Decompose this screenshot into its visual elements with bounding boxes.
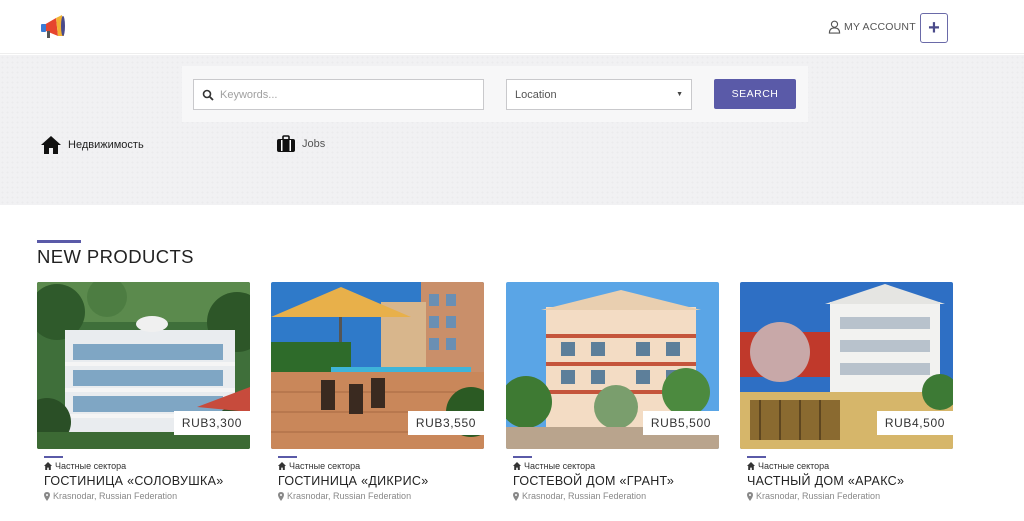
location-select[interactable]: Location ▼	[506, 79, 692, 110]
my-account-label: MY ACCOUNT	[844, 21, 916, 33]
product-location-text: Krasnodar, Russian Federation	[756, 491, 881, 501]
user-icon	[828, 20, 841, 34]
category-label: Недвижимость	[68, 139, 144, 151]
keywords-input[interactable]	[220, 88, 470, 101]
product-location: Krasnodar, Russian Federation	[278, 491, 484, 501]
home-icon	[513, 462, 521, 470]
card-accent-bar	[278, 456, 297, 458]
home-icon	[278, 462, 286, 470]
caret-down-icon: ▼	[676, 91, 683, 98]
product-image[interactable]: RUB3,550	[271, 282, 484, 449]
card-category[interactable]: Частные сектора	[278, 461, 484, 471]
product-image[interactable]: RUB3,300	[37, 282, 250, 449]
product-location: Krasnodar, Russian Federation	[44, 491, 250, 501]
keywords-field[interactable]	[193, 79, 484, 110]
home-icon	[41, 136, 61, 154]
product-title[interactable]: ЧАСТНЫЙ ДОМ «АРАКС»	[747, 474, 953, 488]
location-select-value: Location	[515, 88, 557, 101]
price-tag: RUB4,500	[876, 411, 953, 435]
product-location: Krasnodar, Russian Federation	[747, 491, 953, 501]
map-pin-icon	[747, 491, 753, 501]
site-header: MY ACCOUNT +	[0, 0, 1024, 54]
search-button[interactable]: SEARCH	[714, 79, 796, 109]
search-icon	[202, 89, 214, 101]
product-card[interactable]: RUB4,500 Частные сектора ЧАСТНЫЙ ДОМ «АР…	[740, 282, 953, 501]
price-tag: RUB3,300	[173, 411, 250, 435]
product-location-text: Krasnodar, Russian Federation	[287, 491, 412, 501]
add-listing-button[interactable]: +	[920, 13, 948, 43]
product-title[interactable]: ГОСТИНИЦА «СОЛОВУШКА»	[44, 474, 250, 488]
product-location-text: Krasnodar, Russian Federation	[522, 491, 647, 501]
product-location: Krasnodar, Russian Federation	[513, 491, 719, 501]
card-category[interactable]: Частные сектора	[747, 461, 953, 471]
card-category-label: Частные сектора	[758, 461, 830, 471]
card-category-label: Частные сектора	[289, 461, 361, 471]
product-title[interactable]: ГОСТИНИЦА «ДИКРИС»	[278, 474, 484, 488]
price-tag: RUB5,500	[642, 411, 719, 435]
megaphone-logo-icon[interactable]	[38, 12, 68, 42]
section-accent-bar	[37, 240, 81, 243]
product-card[interactable]: RUB5,500 Частные сектора ГОСТЕВОЙ ДОМ «Г…	[506, 282, 719, 501]
category-label: Jobs	[302, 138, 326, 150]
price-tag: RUB3,550	[407, 411, 484, 435]
card-accent-bar	[747, 456, 766, 458]
card-category[interactable]: Частные сектора	[44, 461, 250, 471]
home-icon	[44, 462, 52, 470]
product-image[interactable]: RUB5,500	[506, 282, 719, 449]
product-image[interactable]: RUB4,500	[740, 282, 953, 449]
search-panel: Location ▼ SEARCH	[182, 66, 808, 122]
product-card[interactable]: RUB3,300 Частные сектора ГОСТИНИЦА «СОЛО…	[37, 282, 250, 501]
section-title: NEW PRODUCTS	[37, 246, 194, 267]
map-pin-icon	[44, 491, 50, 501]
hero-search-area: Location ▼ SEARCH Недвижимость Jobs	[0, 55, 1024, 205]
card-accent-bar	[44, 456, 63, 458]
product-title[interactable]: ГОСТЕВОЙ ДОМ «ГРАНТ»	[513, 474, 719, 488]
category-jobs[interactable]: Jobs	[276, 135, 325, 153]
briefcase-icon	[277, 135, 295, 152]
home-icon	[747, 462, 755, 470]
card-category[interactable]: Частные сектора	[513, 461, 719, 471]
map-pin-icon	[513, 491, 519, 501]
card-accent-bar	[513, 456, 532, 458]
map-pin-icon	[278, 491, 284, 501]
category-real-estate[interactable]: Недвижимость	[40, 135, 144, 155]
card-category-label: Частные сектора	[55, 461, 127, 471]
card-category-label: Частные сектора	[524, 461, 596, 471]
product-card[interactable]: RUB3,550 Частные сектора ГОСТИНИЦА «ДИКР…	[271, 282, 484, 501]
product-location-text: Krasnodar, Russian Federation	[53, 491, 178, 501]
my-account-link[interactable]: MY ACCOUNT	[828, 20, 916, 34]
